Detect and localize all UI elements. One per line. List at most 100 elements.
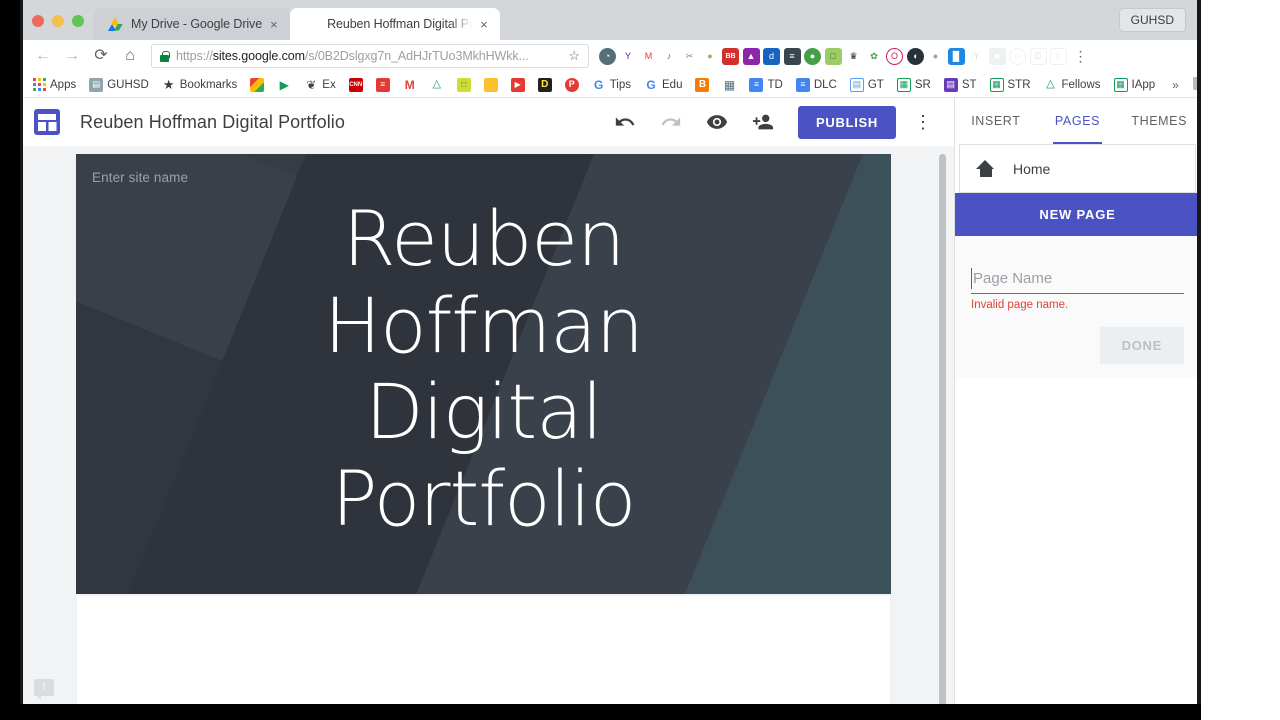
bookmark-contacts[interactable]: □ — [452, 76, 476, 94]
google-sites-logo[interactable] — [34, 109, 60, 135]
bookmark-drive[interactable]: △ — [425, 76, 449, 94]
bookmarks-overflow-icon[interactable]: » — [1166, 78, 1185, 92]
bulb-extension-icon[interactable]: ● — [927, 47, 944, 65]
notes-extension-icon[interactable]: ♪ — [660, 47, 678, 65]
browser-tab-sites[interactable]: Reuben Hoffman Digital Portfo × — [290, 8, 501, 40]
bookmark-yellow[interactable] — [479, 76, 503, 94]
bookmark-blogger[interactable]: B — [690, 76, 714, 94]
bookmark-tips[interactable]: G Tips — [587, 76, 636, 94]
report-feedback-icon[interactable] — [34, 679, 54, 696]
purple-extension-icon[interactable]: ▲ — [742, 47, 760, 65]
bookmark-youtube[interactable]: ▶ — [506, 76, 530, 94]
banner-title[interactable]: Reuben Hoffman Digital Portfolio — [76, 194, 891, 543]
colorwheel-extension-icon[interactable]: ● — [804, 47, 821, 65]
banner-title-line: Hoffman — [324, 280, 644, 370]
close-window-button[interactable] — [32, 15, 44, 27]
bookmark-str[interactable]: ▦ STR — [985, 76, 1036, 94]
bookmark-cnn[interactable]: CNN — [344, 76, 368, 94]
honey-extension-icon[interactable]: ● — [701, 47, 719, 65]
bookmark-chrome[interactable] — [245, 76, 269, 94]
page-title[interactable]: Reuben Hoffman Digital Portfolio — [80, 112, 345, 133]
boomerang-extension-icon[interactable]: BB — [722, 47, 739, 65]
scissors-extension-icon[interactable]: ✂ — [681, 47, 698, 65]
tab-insert[interactable]: INSERT — [955, 98, 1037, 144]
bookmark-iapp[interactable]: ▦ IApp — [1109, 76, 1161, 94]
tuning-fork-extension-icon[interactable]: Y — [968, 47, 985, 65]
bookmark-fellows[interactable]: △ Fellows — [1039, 76, 1106, 94]
page-name-field[interactable]: Page Name — [971, 264, 1184, 294]
yahoo-extension-icon[interactable]: Y — [619, 47, 637, 65]
brackets-extension-icon[interactable]: () — [1050, 47, 1067, 65]
done-button[interactable]: DONE — [1099, 327, 1184, 364]
bookmark-edu[interactable]: G Edu — [639, 76, 687, 94]
profile-chip[interactable]: GUHSD — [1118, 7, 1186, 32]
redo-button[interactable] — [650, 103, 692, 141]
url-path: /s/0B2Dslgxg7n_AdHJrTUo3MkhHWkk... — [304, 49, 529, 63]
contacts-extension-icon[interactable]: □ — [824, 47, 842, 65]
minimize-window-button[interactable] — [52, 15, 64, 27]
back-icon[interactable]: ← — [30, 43, 56, 69]
banner-title-line: Reuben — [342, 194, 626, 283]
analytics-extension-icon[interactable]: █ — [947, 47, 965, 65]
sites-side-panel: INSERT PAGES THEMES Home NEW PAGE Page N… — [954, 98, 1200, 706]
more-options-icon[interactable]: ⋮ — [906, 103, 940, 141]
canvas-scrollbar[interactable] — [932, 146, 954, 706]
site-banner[interactable]: Enter site name Reuben Hoffman Digital P… — [76, 154, 891, 594]
moon-extension-icon[interactable]: ◖ — [906, 47, 924, 65]
chrome-menu-icon[interactable]: ⋮ — [1074, 48, 1088, 65]
home-icon[interactable]: ⌂ — [117, 43, 143, 69]
page-name-input[interactable]: Page Name — [971, 270, 1184, 294]
crown-extension-icon[interactable]: ♛ — [845, 47, 862, 65]
browser-tab-drive[interactable]: My Drive - Google Drive × — [94, 8, 291, 40]
bookmark-bookmarks[interactable]: ★ Bookmarks — [157, 76, 243, 94]
gmail-icon: M — [402, 77, 417, 92]
maximize-window-button[interactable] — [72, 15, 84, 27]
address-bar[interactable]: https://sites.google.com/s/0B2Dslgxg7n_A… — [151, 44, 589, 68]
bookmark-label: IApp — [1131, 78, 1156, 91]
reload-icon[interactable]: ⟳ — [88, 43, 114, 69]
pinwheel-extension-icon[interactable]: ✿ — [865, 47, 883, 65]
bookmark-apps[interactable]: Apps — [28, 76, 81, 93]
bookmark-red-lines[interactable]: ≡ — [371, 76, 395, 94]
grid-extension-icon[interactable]: ≡ — [783, 47, 801, 65]
close-icon[interactable]: × — [270, 18, 282, 31]
bookmark-guhsd[interactable]: ▤ GUHSD — [84, 76, 154, 94]
site-name-input[interactable]: Enter site name — [92, 170, 188, 185]
tab-themes[interactable]: THEMES — [1118, 98, 1200, 144]
bookmark-ex[interactable]: ❦ Ex — [299, 76, 340, 94]
bookmark-dictionary[interactable]: D — [533, 76, 557, 94]
share-button[interactable] — [742, 103, 784, 141]
bookmark-dlc[interactable]: ≡ DLC — [791, 76, 842, 94]
bookmark-star-icon[interactable]: ☆ — [568, 48, 580, 64]
publish-button[interactable]: PUBLISH — [798, 105, 896, 139]
bookmark-pinterest[interactable]: P — [560, 76, 584, 94]
page-content-area[interactable] — [76, 596, 891, 706]
bookmark-gt[interactable]: ▤ GT — [845, 76, 889, 94]
gmail-extension-icon[interactable]: M — [640, 47, 657, 65]
evernote-extension-icon[interactable]: ◔ — [599, 47, 616, 65]
d-extension-icon[interactable]: D — [1029, 47, 1047, 65]
forward-icon[interactable]: → — [59, 43, 85, 69]
undo-button[interactable] — [604, 103, 646, 141]
opera-extension-icon[interactable]: O — [886, 47, 903, 65]
google-sites-icon — [304, 17, 319, 32]
scrollbar-thumb[interactable] — [939, 154, 946, 706]
bookmark-label: ST — [961, 78, 977, 91]
close-icon[interactable]: × — [480, 18, 492, 31]
bookmark-play-store[interactable]: ▶ — [272, 76, 296, 94]
tab-pages[interactable]: PAGES — [1037, 98, 1119, 144]
page-list-item-home[interactable]: Home — [960, 145, 1195, 192]
bookmark-library[interactable]: ▦ — [717, 76, 741, 94]
preview-button[interactable] — [696, 103, 738, 141]
cart-extension-icon[interactable]: ■ — [988, 47, 1006, 65]
dropbox-extension-icon[interactable]: d — [763, 47, 780, 65]
blogger-icon: B — [695, 77, 710, 92]
pages-list-card: Home — [959, 144, 1196, 193]
bookmark-td[interactable]: ≡ TD — [744, 76, 787, 94]
new-page-button[interactable]: NEW PAGE — [955, 193, 1200, 236]
bookmark-gmail[interactable]: M — [398, 76, 422, 94]
bookmarks-bar: Apps ▤ GUHSD ★ Bookmarks ▶ ❦ Ex CNN ≡ M … — [20, 72, 1200, 98]
clock-extension-icon[interactable]: ○ — [1009, 47, 1026, 65]
bookmark-sr[interactable]: ▦ SR — [892, 76, 936, 94]
bookmark-st[interactable]: ▤ ST — [939, 76, 982, 94]
